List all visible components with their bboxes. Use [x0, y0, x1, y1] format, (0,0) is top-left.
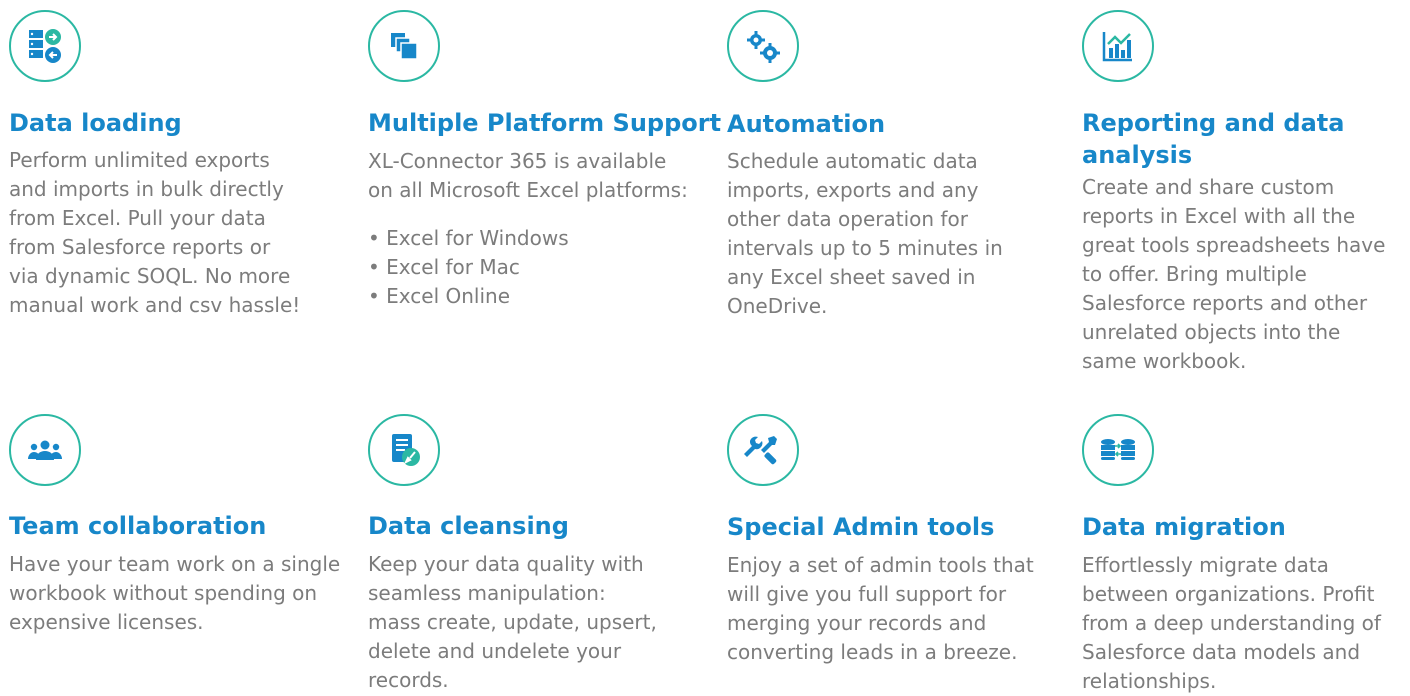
feature-description: Perform unlimited exports and imports in… — [9, 148, 301, 317]
platform-list: Excel for Windows Excel for Mac Excel On… — [368, 224, 569, 311]
feature-title: Data loading — [9, 109, 182, 137]
feature-title: Team collaboration — [9, 512, 267, 540]
list-item: Excel for Windows — [368, 224, 568, 253]
database-transfer-icon — [1082, 414, 1154, 486]
list-item: Excel Online — [368, 282, 569, 311]
feature-data-migration: Data migration Effortlessly migrate data… — [1082, 414, 1410, 693]
feature-description: Effortlessly migrate data between organi… — [1082, 553, 1381, 693]
feature-description: Keep your data quality with seamless man… — [368, 552, 657, 692]
feature-description: Have your team work on a single workbook… — [9, 552, 341, 634]
feature-data-loading: Data loading Perform unlimited exports a… — [9, 10, 359, 340]
feature-automation: Automation Schedule automatic data impor… — [727, 10, 1077, 340]
feature-description: Enjoy a set of admin tools that will giv… — [727, 553, 1034, 664]
feature-description: Schedule automatic data imports, exports… — [727, 149, 1003, 318]
data-loading-icon — [9, 10, 81, 82]
team-icon — [9, 414, 81, 486]
feature-multiple-platform-support: Multiple Platform Support XL-Connector 3… — [368, 10, 722, 340]
feature-reporting-and-data-analysis: Reporting and data analysis Create and s… — [1082, 10, 1410, 380]
feature-title: Automation — [727, 110, 886, 138]
feature-title: Special Admin tools — [727, 513, 995, 541]
feature-special-admin-tools: Special Admin tools Enjoy a set of admin… — [727, 414, 1077, 684]
multiple-windows-icon — [368, 10, 440, 82]
list-item: Excel for Mac — [368, 253, 569, 282]
gears-icon — [727, 10, 799, 82]
feature-description: Create and share custom reports in Excel… — [1082, 175, 1386, 373]
feature-data-cleansing: Data cleansing Keep your data quality wi… — [368, 414, 718, 692]
feature-title: Data cleansing — [368, 512, 569, 540]
tools-icon — [727, 414, 799, 486]
feature-title: Data migration — [1082, 513, 1286, 541]
document-broom-icon — [368, 414, 440, 486]
chart-icon — [1082, 10, 1154, 82]
feature-team-collaboration: Team collaboration Have your team work o… — [9, 414, 359, 684]
feature-description: XL-Connector 365 is available on all Mic… — [368, 149, 688, 202]
feature-title: Multiple Platform Support — [368, 109, 722, 137]
feature-title: Reporting and data analysis — [1082, 109, 1345, 169]
